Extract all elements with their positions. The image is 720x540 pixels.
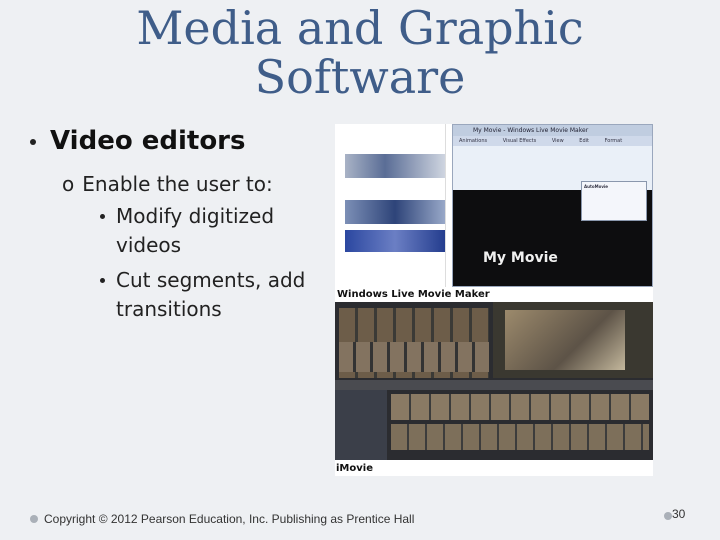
- event-library: [335, 390, 387, 460]
- wlmm-titlebar: My Movie - Windows Live Movie Maker: [453, 125, 652, 136]
- list-item-text: Cut segments, add transitions: [116, 268, 306, 321]
- bullet-dot-icon: [30, 138, 36, 145]
- wlmm-tabs: Animations Visual Effects View Edit Form…: [453, 136, 652, 146]
- sub-bullet-marker: o: [62, 172, 75, 196]
- list-item: Modify digitized videos: [100, 202, 325, 260]
- wlmm-storyboard-image: [335, 124, 446, 287]
- page-number-text: 30: [672, 507, 686, 521]
- footer-dot-icon: [30, 515, 38, 523]
- page-dot-icon: [664, 512, 672, 520]
- slide-title: Media and Graphic Software: [90, 4, 630, 102]
- caption-wlmm: Windows Live Movie Maker: [337, 289, 490, 300]
- imovie-image: [335, 302, 653, 460]
- automovie-tooltip: AutoMovie: [581, 181, 647, 221]
- wlmm-tab: Edit: [579, 138, 589, 144]
- footer-copyright: Copyright © 2012 Pearson Education, Inc.…: [30, 512, 414, 526]
- clip-browser-row: [339, 342, 489, 372]
- toolbar: [335, 380, 653, 390]
- wlmm-tab: Format: [604, 138, 623, 144]
- wlmm-window-image: My Movie - Windows Live Movie Maker Anim…: [452, 124, 653, 287]
- list-item-text: Modify digitized videos: [116, 204, 275, 257]
- film-strip: [345, 154, 445, 178]
- wlmm-tab: Visual Effects: [502, 138, 537, 144]
- wlmm-tab: View: [551, 138, 564, 144]
- event-strip: [391, 424, 649, 450]
- wlmm-tab: Animations: [459, 138, 488, 144]
- automovie-tooltip-title: AutoMovie: [584, 184, 609, 189]
- main-bullet-text: Video editors: [50, 126, 246, 156]
- viewer-photo: [505, 310, 625, 370]
- preview-title: My Movie: [483, 250, 558, 266]
- caption-imovie: iMovie: [336, 463, 373, 474]
- title-line-1: Media and Graphic: [136, 1, 584, 55]
- event-strip: [391, 394, 649, 420]
- page-number: 30: [664, 507, 686, 521]
- film-strip: [345, 200, 445, 224]
- title-line-2: Software: [254, 50, 466, 104]
- bullet-dot-icon: [100, 214, 105, 219]
- main-bullet: Video editors: [30, 126, 245, 156]
- bullet-dot-icon: [100, 278, 105, 283]
- sub-bullet-text: Enable the user to:: [82, 172, 273, 196]
- copyright-text: Copyright © 2012 Pearson Education, Inc.…: [44, 512, 415, 526]
- sub-bullet: o Enable the user to:: [62, 172, 273, 196]
- film-strip: [345, 230, 445, 252]
- list-item: Cut segments, add transitions: [100, 266, 325, 324]
